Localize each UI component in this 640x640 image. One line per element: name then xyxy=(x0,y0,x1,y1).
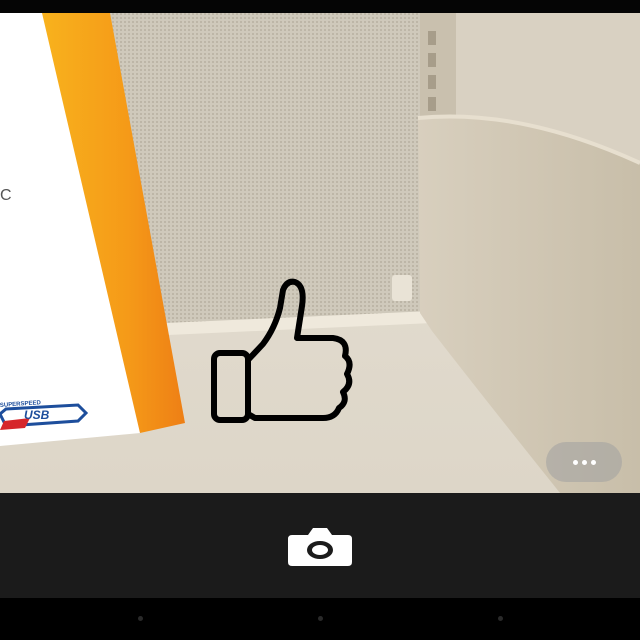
navigation-bar xyxy=(0,598,640,640)
box-letter-c: C xyxy=(0,187,12,204)
more-dot xyxy=(572,459,578,465)
camera-icon xyxy=(288,528,352,566)
nav-back-icon[interactable] xyxy=(138,616,143,621)
nav-recents-icon[interactable] xyxy=(498,616,503,621)
camera-control-bar xyxy=(0,493,640,598)
more-options-button[interactable] xyxy=(546,442,622,482)
more-dot xyxy=(590,459,596,465)
wall-rail xyxy=(420,13,456,123)
camera-viewfinder[interactable]: C SUPERSPEED USB xyxy=(0,13,640,493)
usb-logo-text: USB xyxy=(24,408,50,422)
more-dot xyxy=(581,459,587,465)
nav-home-icon[interactable] xyxy=(318,616,323,621)
shutter-button[interactable] xyxy=(286,527,354,567)
status-bar xyxy=(0,0,640,13)
thumbs-up-icon xyxy=(211,278,353,423)
